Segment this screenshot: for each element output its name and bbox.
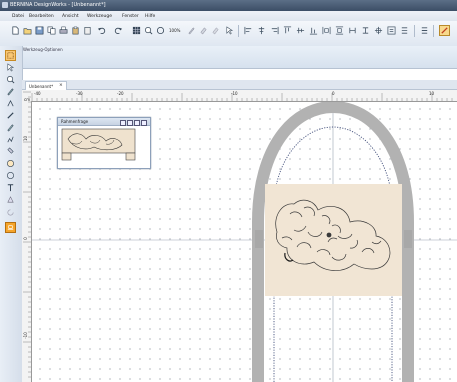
redo-icon[interactable]: [114, 26, 123, 35]
align-top-icon[interactable]: [283, 26, 292, 35]
ellipse-tool-icon[interactable]: [6, 159, 15, 168]
shape-icon[interactable]: [211, 26, 220, 35]
tool-options-bar: Werkzeug-Optionen: [0, 46, 457, 69]
paste-icon[interactable]: [71, 26, 80, 35]
hoop-clamp-left: [255, 230, 263, 248]
align-right-icon[interactable]: [270, 26, 279, 35]
copy-icon[interactable]: [47, 26, 56, 35]
center-icon[interactable]: [374, 26, 383, 35]
hoop-clamp-right: [404, 230, 412, 248]
pen-tool-icon[interactable]: [6, 87, 15, 96]
menu-fenster[interactable]: Fenster: [122, 14, 139, 19]
main-toolbar: 100%: [0, 21, 457, 47]
window-title: BERNINA DesignWorks - [Unbenannt*]: [10, 2, 106, 8]
print-icon[interactable]: [59, 26, 68, 35]
node-tool-icon[interactable]: [6, 99, 15, 108]
color-palette-icon[interactable]: [439, 25, 450, 36]
stitch-tool-icon[interactable]: [6, 135, 15, 144]
ruler-h-label-10: 10: [429, 91, 435, 96]
group-icon[interactable]: [387, 26, 396, 35]
ruler-h-label-zero: 0: [332, 91, 335, 96]
menu-bearbeiten[interactable]: Bearbeiten: [29, 14, 54, 19]
paint-tool-icon[interactable]: [6, 123, 15, 132]
zoom-fit-icon[interactable]: [156, 26, 165, 35]
rotate-tool-icon[interactable]: [6, 208, 15, 217]
help-pointer-icon[interactable]: [225, 26, 234, 35]
selection-tool-icon[interactable]: [5, 50, 16, 61]
ruler-v-label-zero: 0: [22, 237, 28, 240]
text-tool-icon[interactable]: [6, 183, 15, 192]
fill-tool-icon[interactable]: [6, 147, 15, 156]
menu-werkzeuge[interactable]: Werkzeuge: [87, 14, 112, 19]
align-middle-icon[interactable]: [296, 26, 305, 35]
clipboard-icon[interactable]: [83, 26, 92, 35]
ruler-v-label-10: 10: [23, 135, 29, 142]
overview-panel[interactable]: Rahmenfrage: [57, 117, 151, 169]
same-height-icon[interactable]: [361, 26, 370, 35]
document-tab-strip: Unbenannt* ×: [22, 80, 457, 90]
save-icon[interactable]: [35, 26, 44, 35]
zoom-level[interactable]: 100%: [169, 28, 180, 33]
menu-ansicht[interactable]: Ansicht: [62, 14, 79, 19]
title-bar: BERNINA DesignWorks - [Unbenannt*]: [0, 0, 457, 11]
distribute-vertical-icon[interactable]: [335, 26, 344, 35]
ungroup-icon[interactable]: [400, 26, 409, 35]
zoom-in-icon[interactable]: [144, 26, 153, 35]
overview-panel-title: Rahmenfrage: [61, 119, 89, 124]
same-width-icon[interactable]: [348, 26, 357, 35]
pointer-tool-icon[interactable]: [6, 63, 15, 72]
zoom-tool-icon[interactable]: [6, 75, 15, 84]
background-image: [265, 184, 402, 296]
motif-center-dot: [326, 232, 332, 238]
close-tab-icon[interactable]: ×: [59, 83, 63, 88]
toolbar-separator: [238, 25, 239, 37]
circle-tool-icon[interactable]: [6, 171, 15, 180]
overview-thumbnail: [61, 128, 136, 161]
tab-document-label: Unbenannt*: [29, 83, 54, 89]
open-icon[interactable]: [23, 26, 32, 35]
align-left-icon[interactable]: [244, 26, 253, 35]
brush-icon[interactable]: [187, 26, 196, 35]
align-bottom-icon[interactable]: [309, 26, 318, 35]
brush-tool-icon[interactable]: [6, 111, 15, 120]
eraser-icon[interactable]: [199, 26, 208, 35]
distribute-horizontal-icon[interactable]: [322, 26, 331, 35]
ruler-h-label-minus20: -20: [117, 91, 124, 96]
horizontal-ruler: -40 -30 -20 -10 0 10: [31, 90, 457, 102]
new-document-icon[interactable]: [11, 26, 20, 35]
app-icon: [2, 2, 8, 8]
menu-datei[interactable]: Datei: [12, 14, 24, 19]
ruler-v-label-minus10: -10: [22, 332, 28, 339]
toolbar-separator: [433, 25, 434, 37]
undo-icon[interactable]: [97, 26, 106, 35]
grid-icon[interactable]: [132, 26, 141, 35]
stamp-tool-icon[interactable]: [5, 222, 16, 233]
menu-hilfe[interactable]: Hilfe: [145, 14, 155, 19]
tab-document[interactable]: Unbenannt* ×: [25, 81, 67, 90]
ruler-h-label-minus30: -30: [76, 91, 83, 96]
ruler-h-label-minus10: -10: [231, 91, 238, 96]
left-toolbar: [0, 46, 23, 382]
toolbar-separator: [414, 25, 415, 37]
tool-options-label: Werkzeug-Optionen: [23, 47, 63, 52]
align-center-icon[interactable]: [257, 26, 266, 35]
list-icon[interactable]: [420, 26, 429, 35]
menu-bar: Datei Bearbeiten Ansicht Werkzeuge Fenst…: [0, 11, 457, 21]
shape-tool-icon[interactable]: [6, 195, 15, 204]
horizontal-ruler-ticks: [31, 93, 453, 101]
ruler-h-label-minus40: -40: [34, 91, 41, 96]
